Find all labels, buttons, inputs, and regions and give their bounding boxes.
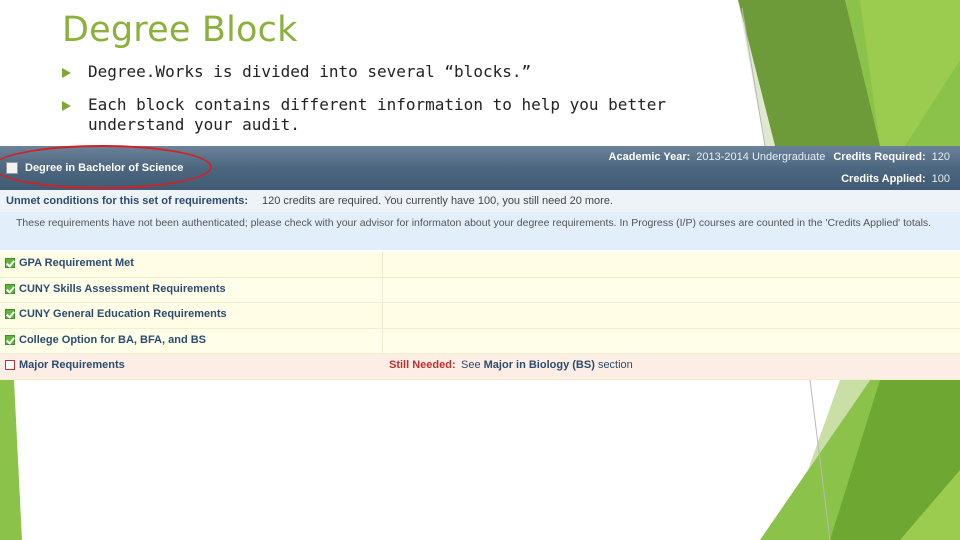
check-complete-icon [5,334,15,345]
academic-year-value: 2013-2014 Undergraduate [696,151,826,163]
check-complete-icon [5,283,15,294]
unmet-conditions-text: 120 credits are required. You currently … [262,195,613,207]
requirement-label[interactable]: College Option for BA, BFA, and BS [19,334,206,346]
red-highlight-oval [0,145,212,189]
degree-block-header: Degree in Bachelor of Science Academic Y… [0,145,960,190]
degree-block-screenshot: Degree in Bachelor of Science Academic Y… [0,145,960,380]
credits-required-label: Credits Required: [833,151,926,163]
see-suffix: section [597,359,633,371]
bullet-arrow-icon [62,101,71,111]
requirement-row[interactable]: GPA Requirement Met [0,252,960,278]
academic-year-label: Academic Year: [608,151,691,163]
requirement-row[interactable]: College Option for BA, BFA, and BS [0,328,960,354]
check-complete-icon [5,309,15,319]
column-divider [382,252,383,277]
bullet-item: Each block contains different informatio… [62,95,742,135]
credits-required-value: 120 [931,151,950,163]
requirement-row[interactable]: CUNY General Education Requirements [0,303,960,329]
column-divider [382,277,383,302]
major-link-text[interactable]: Major in Biology (BS) [484,359,595,371]
header-academic-info: Academic Year: 2013-2014 Undergraduate Cre… [609,151,950,163]
requirements-list: GPA Requirement Met CUNY Skills Assessme… [0,252,960,380]
credits-applied-label: Credits Applied: [841,173,926,185]
requirement-label[interactable]: Major Requirements [19,359,125,371]
unmet-conditions-label: Unmet conditions for this set of require… [6,195,249,207]
check-incomplete-icon [5,360,15,370]
column-divider [382,328,383,353]
requirement-row[interactable]: CUNY Skills Assessment Requirements [0,277,960,303]
unmet-conditions-row: Unmet conditions for this set of require… [0,190,960,212]
bullet-arrow-icon [62,68,71,78]
see-major-link[interactable]: See Major in Biology (BS) section [461,359,633,371]
authentication-note-text: These requirements have not been authent… [16,217,932,229]
slide-title: Degree Block [62,10,298,50]
see-prefix: See [461,359,481,371]
check-complete-icon [5,258,15,268]
bullet-text: Degree.Works is divided into several “bl… [88,62,532,81]
requirement-label[interactable]: CUNY General Education Requirements [19,308,227,320]
still-needed-label: Still Needed: [389,359,456,371]
column-divider [382,303,383,328]
bullet-text: Each block contains different informatio… [88,95,666,134]
header-credits-applied: Credits Applied: 100 [841,173,950,185]
bullet-list: Degree.Works is divided into several “bl… [62,62,742,148]
requirement-row-major[interactable]: Major Requirements Still Needed: See Maj… [0,354,960,380]
authentication-note: These requirements have not been authent… [0,212,960,250]
requirement-label[interactable]: GPA Requirement Met [19,257,134,269]
bullet-item: Degree.Works is divided into several “bl… [62,62,742,82]
requirement-label[interactable]: CUNY Skills Assessment Requirements [19,283,226,295]
credits-applied-value: 100 [931,173,950,185]
